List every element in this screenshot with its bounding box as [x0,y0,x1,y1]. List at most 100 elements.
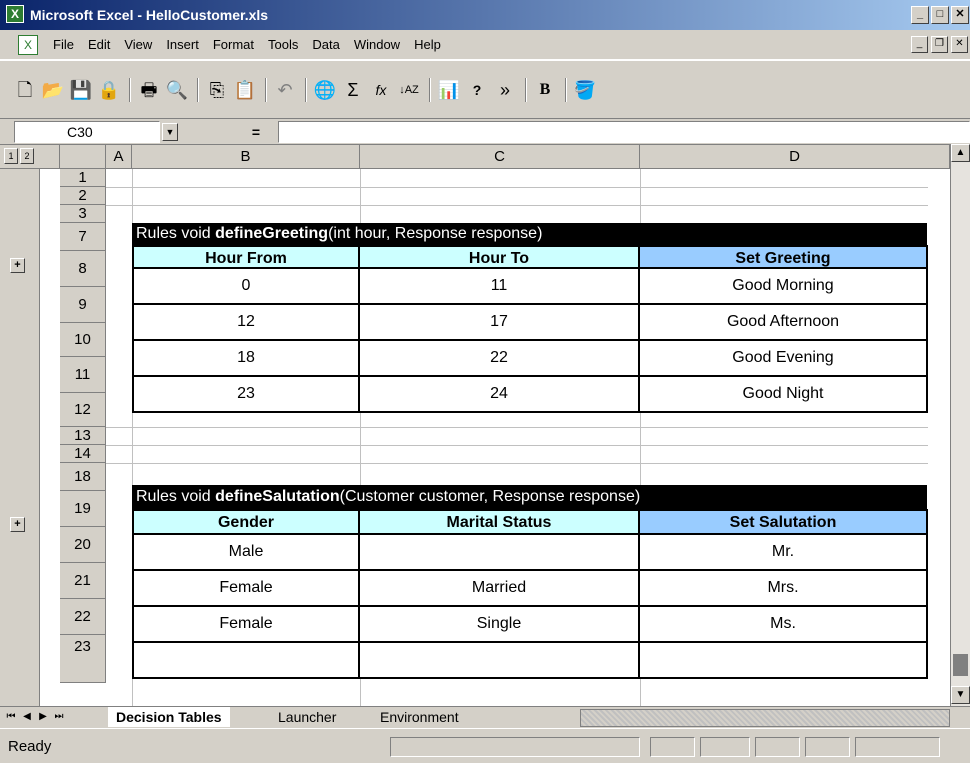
menu-view[interactable]: View [117,37,159,52]
previous-sheet-icon[interactable]: ◀ [20,709,34,725]
salutation-cell[interactable]: Single [360,607,640,643]
greeting-cell[interactable]: 11 [360,269,640,305]
sheet-tab-environment[interactable]: Environment [372,707,467,727]
greeting-cell[interactable]: 22 [360,341,640,377]
salutation-cell[interactable] [132,643,360,679]
column-header-d[interactable]: D [640,145,950,169]
row-header[interactable]: 2 [60,187,106,205]
sheet-tab-launcher[interactable]: Launcher [270,707,344,727]
excel-app-icon[interactable]: X [6,5,24,23]
open-icon[interactable]: 📂 [40,77,66,103]
greeting-cell[interactable]: Good Morning [640,269,928,305]
formula-input[interactable] [278,121,970,143]
new-icon[interactable]: 🗋 [12,77,38,103]
sheet-tab-decision-tables[interactable]: Decision Tables [108,707,230,727]
row-header[interactable]: 3 [60,205,106,223]
workbook-icon[interactable]: X [18,34,38,55]
close-button[interactable]: ✕ [951,6,969,24]
greeting-cell[interactable]: 12 [132,305,360,341]
row-header[interactable]: 10 [60,323,106,357]
help-icon[interactable]: ? [464,77,490,103]
greeting-cell[interactable]: 23 [132,377,360,413]
salutation-cell[interactable] [360,643,640,679]
name-box-dropdown-icon[interactable]: ▼ [162,123,178,141]
row-header[interactable]: 20 [60,527,106,563]
row-header[interactable]: 19 [60,491,106,527]
column-header-b[interactable]: B [132,145,360,169]
print-preview-icon[interactable]: 🔍 [164,77,190,103]
row-header[interactable]: 9 [60,287,106,323]
menu-window[interactable]: Window [347,37,407,52]
row-header[interactable]: 1 [60,169,106,187]
column-header-a[interactable]: A [106,145,132,169]
minimize-button[interactable]: _ [911,6,929,24]
salutation-cell[interactable]: Mrs. [640,571,928,607]
chart-wizard-icon[interactable]: 📊 [436,77,462,103]
salutation-cell[interactable]: Female [132,571,360,607]
workbook-close-button[interactable]: ✕ [951,36,968,53]
salutation-cell[interactable]: Male [132,535,360,571]
permission-icon[interactable]: 🔒 [96,77,122,103]
last-sheet-icon[interactable]: ⏭ [52,709,66,725]
salutation-cell[interactable]: Married [360,571,640,607]
undo-icon[interactable]: ↶ [272,77,298,103]
menu-help[interactable]: Help [407,37,448,52]
name-box[interactable]: C30 [14,121,160,143]
salutation-cell[interactable]: Ms. [640,607,928,643]
salutation-cell[interactable] [360,535,640,571]
more-buttons-icon[interactable]: » [492,77,518,103]
vertical-scrollbar[interactable]: ▲ ▼ [950,144,970,706]
greeting-cell[interactable]: 17 [360,305,640,341]
menu-insert[interactable]: Insert [159,37,206,52]
fill-color-icon[interactable]: 🪣 [572,77,598,103]
greeting-cell[interactable]: Good Night [640,377,928,413]
bold-icon[interactable]: B [532,77,558,103]
row-header[interactable]: 21 [60,563,106,599]
salutation-cell[interactable]: Female [132,607,360,643]
workbook-restore-button[interactable]: ❐ [931,36,948,53]
outline-level-1-button[interactable]: 1 [4,148,18,164]
menu-file[interactable]: File [46,37,81,52]
next-sheet-icon[interactable]: ▶ [36,709,50,725]
function-icon[interactable]: fx [368,77,394,103]
scroll-down-arrow-icon[interactable]: ▼ [951,686,970,704]
row-header[interactable]: 23 [60,635,106,683]
row-header[interactable]: 8 [60,251,106,287]
menu-format[interactable]: Format [206,37,261,52]
horizontal-scrollbar[interactable] [580,709,950,727]
greeting-cell[interactable]: Good Evening [640,341,928,377]
workbook-minimize-button[interactable]: _ [911,36,928,53]
outline-level-2-button[interactable]: 2 [20,148,34,164]
print-icon[interactable]: 🖶 [136,77,162,103]
autosum-icon[interactable]: Σ [340,77,366,103]
row-header[interactable]: 7 [60,223,106,251]
greeting-cell[interactable]: 18 [132,341,360,377]
select-all-corner[interactable] [60,145,106,169]
sort-ascending-icon[interactable]: ↓AZ [396,77,422,103]
row-header[interactable]: 18 [60,463,106,491]
expand-group-plus-icon[interactable]: + [10,517,25,532]
salutation-cell[interactable] [640,643,928,679]
restore-button[interactable]: □ [931,6,949,24]
save-icon[interactable]: 💾 [68,77,94,103]
hyperlink-icon[interactable]: 🌐 [312,77,338,103]
greeting-cell[interactable]: Good Afternoon [640,305,928,341]
copy-icon[interactable]: ⎘ [204,77,230,103]
paste-icon[interactable]: 📋 [232,77,258,103]
greeting-cell[interactable]: 0 [132,269,360,305]
menu-tools[interactable]: Tools [261,37,305,52]
row-header[interactable]: 13 [60,427,106,445]
row-header[interactable]: 11 [60,357,106,393]
first-sheet-icon[interactable]: ⏮ [4,709,18,725]
scroll-up-arrow-icon[interactable]: ▲ [951,144,970,162]
equals-icon[interactable]: = [236,123,276,141]
row-header[interactable]: 14 [60,445,106,463]
row-header[interactable]: 12 [60,393,106,427]
scroll-thumb[interactable] [953,654,968,676]
menu-edit[interactable]: Edit [81,37,117,52]
menu-data[interactable]: Data [305,37,346,52]
greeting-cell[interactable]: 24 [360,377,640,413]
salutation-cell[interactable]: Mr. [640,535,928,571]
expand-group-plus-icon[interactable]: + [10,258,25,273]
row-header[interactable]: 22 [60,599,106,635]
